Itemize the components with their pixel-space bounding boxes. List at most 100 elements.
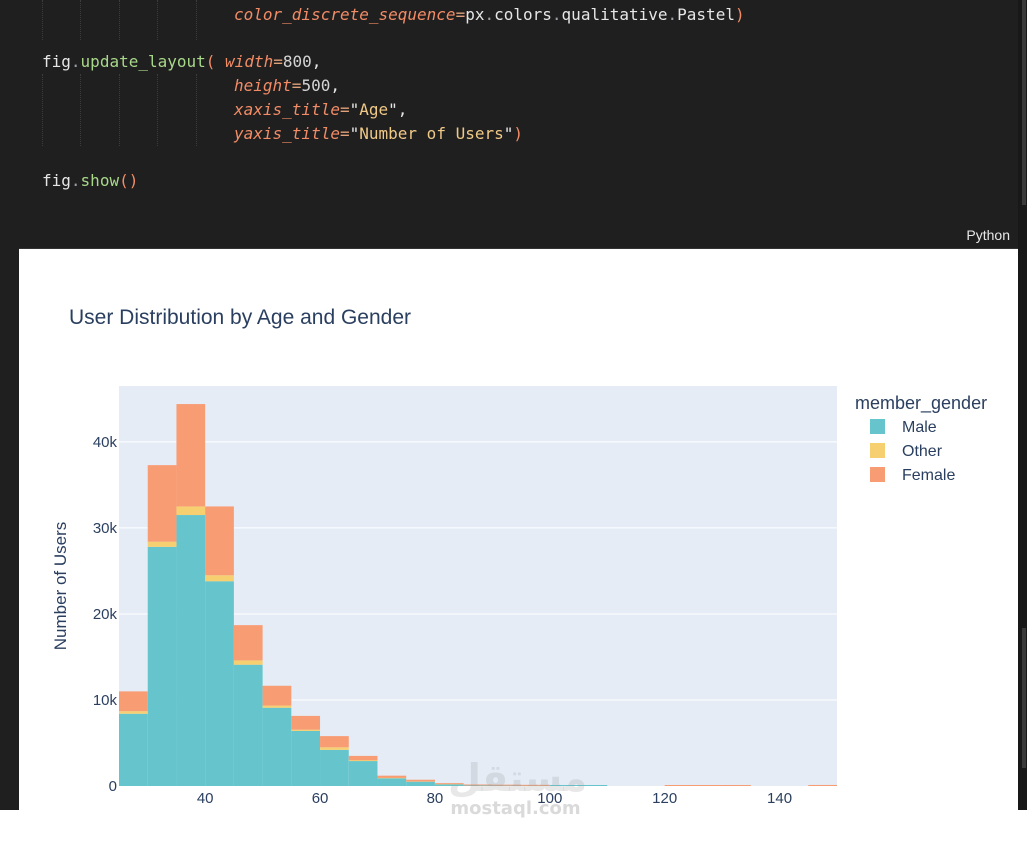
histogram-bar[interactable]: [205, 581, 234, 786]
code-token: .: [484, 5, 495, 24]
x-axis: 40 60 80 100 120 140: [197, 790, 792, 807]
histogram-bar[interactable]: [291, 730, 321, 786]
legend-swatch[interactable]: [870, 443, 885, 458]
histogram-bar[interactable]: [348, 760, 378, 762]
code-token: color_discrete_sequence: [234, 5, 456, 24]
histogram-bar[interactable]: [205, 506, 234, 576]
indent-guide: [157, 0, 158, 40]
histogram-bar[interactable]: [463, 784, 493, 786]
x-tick-label: 60: [312, 790, 329, 807]
histogram-bar[interactable]: [406, 781, 435, 786]
code-token: colors: [494, 5, 552, 24]
histogram-bar[interactable]: [233, 660, 263, 665]
code-token: Age: [359, 100, 389, 119]
histogram-chart[interactable]: User Distribution by Age and Gender 40 60…: [19, 261, 1018, 810]
code-line: height=500,: [234, 74, 340, 98]
x-tick-label: 40: [197, 790, 214, 807]
histogram-bar[interactable]: [119, 691, 148, 712]
code-token: Number of Users: [359, 124, 504, 143]
histogram-bar[interactable]: [406, 779, 435, 782]
code-token: px: [465, 5, 485, 24]
code-token: update_layout: [80, 52, 206, 71]
histogram-bar[interactable]: [320, 747, 349, 750]
code-token: .: [70, 171, 81, 190]
histogram-bar[interactable]: [291, 729, 321, 731]
plot-output[interactable]: User Distribution by Age and Gender 40 60…: [19, 261, 1018, 810]
histogram-bar[interactable]: [262, 705, 292, 708]
y-tick-label: 10k: [93, 692, 118, 709]
histogram-bar[interactable]: [521, 784, 550, 786]
code-token: width: [225, 52, 274, 71]
code-cell[interactable]: color_discrete_sequence=px.colors.qualit…: [0, 0, 1018, 249]
indent-guide: [196, 0, 197, 40]
code-token: =: [273, 52, 283, 71]
histogram-bar[interactable]: [348, 755, 378, 761]
histogram-bar[interactable]: [578, 785, 608, 786]
histogram-bar[interactable]: [147, 541, 177, 547]
histogram-bar[interactable]: [147, 546, 177, 786]
scrollbar[interactable]: [1018, 0, 1027, 810]
histogram-bar[interactable]: [808, 784, 837, 786]
indent-guide: [119, 0, 120, 40]
code-line: color_discrete_sequence=px.colors.qualit…: [234, 3, 745, 27]
histogram-bar[interactable]: [693, 785, 723, 786]
histogram-bar[interactable]: [262, 707, 292, 786]
histogram-bar[interactable]: [291, 715, 321, 730]
code-token: fig: [42, 171, 71, 190]
legend-title: member_gender: [855, 393, 987, 414]
code-token: (: [205, 52, 226, 71]
histogram-bar[interactable]: [205, 575, 234, 582]
histogram-bar[interactable]: [119, 711, 148, 714]
code-line: fig.show(): [42, 169, 138, 193]
histogram-bar[interactable]: [549, 785, 579, 786]
code-line: xaxis_title="Age",: [234, 98, 407, 122]
histogram-bar[interactable]: [320, 749, 349, 786]
histogram-bar[interactable]: [119, 713, 148, 786]
y-tick-label: 30k: [93, 520, 118, 537]
histogram-bar[interactable]: [176, 515, 206, 786]
histogram-bar[interactable]: [176, 506, 206, 516]
histogram-bar[interactable]: [147, 465, 177, 542]
scrollbar-thumb-secondary[interactable]: [1022, 628, 1026, 768]
y-axis-title: Number of Users: [51, 522, 70, 650]
code-token: show: [80, 171, 120, 190]
y-tick-label: 0: [109, 778, 117, 795]
code-token: ": [503, 124, 514, 143]
legend-item-label[interactable]: Other: [902, 443, 943, 460]
legend-item-label[interactable]: Male: [902, 419, 937, 436]
histogram-bar[interactable]: [233, 664, 263, 786]
code-token: height: [234, 76, 292, 95]
legend-item-label[interactable]: Female: [902, 467, 955, 484]
scrollbar-thumb[interactable]: [1022, 0, 1026, 205]
code-token: =: [291, 76, 302, 95]
language-label: Python: [966, 227, 1010, 243]
code-token: .: [667, 5, 678, 24]
histogram-bar[interactable]: [233, 625, 263, 661]
histogram-bar[interactable]: [320, 736, 349, 748]
histogram-bar[interactable]: [434, 784, 464, 786]
code-line: yaxis_title="Number of Users"): [234, 122, 523, 146]
code-token: ": [349, 100, 360, 119]
indent-guide: [157, 74, 158, 146]
legend-swatch[interactable]: [870, 467, 885, 482]
histogram-bar[interactable]: [348, 761, 378, 786]
histogram-bar[interactable]: [722, 785, 751, 786]
code-token: .: [70, 52, 81, 71]
indent-guide: [119, 74, 120, 146]
histogram-bar[interactable]: [377, 778, 407, 786]
histogram-bar[interactable]: [664, 785, 694, 786]
x-tick-label: 80: [427, 790, 444, 807]
indent-guide: [42, 0, 43, 40]
histogram-bar[interactable]: [262, 685, 292, 706]
x-tick-label: 100: [537, 790, 562, 807]
histogram-bar[interactable]: [434, 783, 464, 785]
legend-swatch[interactable]: [870, 419, 885, 434]
histogram-bar[interactable]: [492, 784, 522, 786]
indent-guide: [80, 0, 81, 40]
histogram-bar[interactable]: [377, 775, 407, 778]
code-token: =: [339, 100, 350, 119]
legend[interactable]: member_gender Male Other Female: [855, 393, 987, 484]
histogram-bar[interactable]: [176, 404, 206, 507]
code-token: ,: [330, 76, 340, 95]
y-tick-label: 20k: [93, 606, 118, 623]
